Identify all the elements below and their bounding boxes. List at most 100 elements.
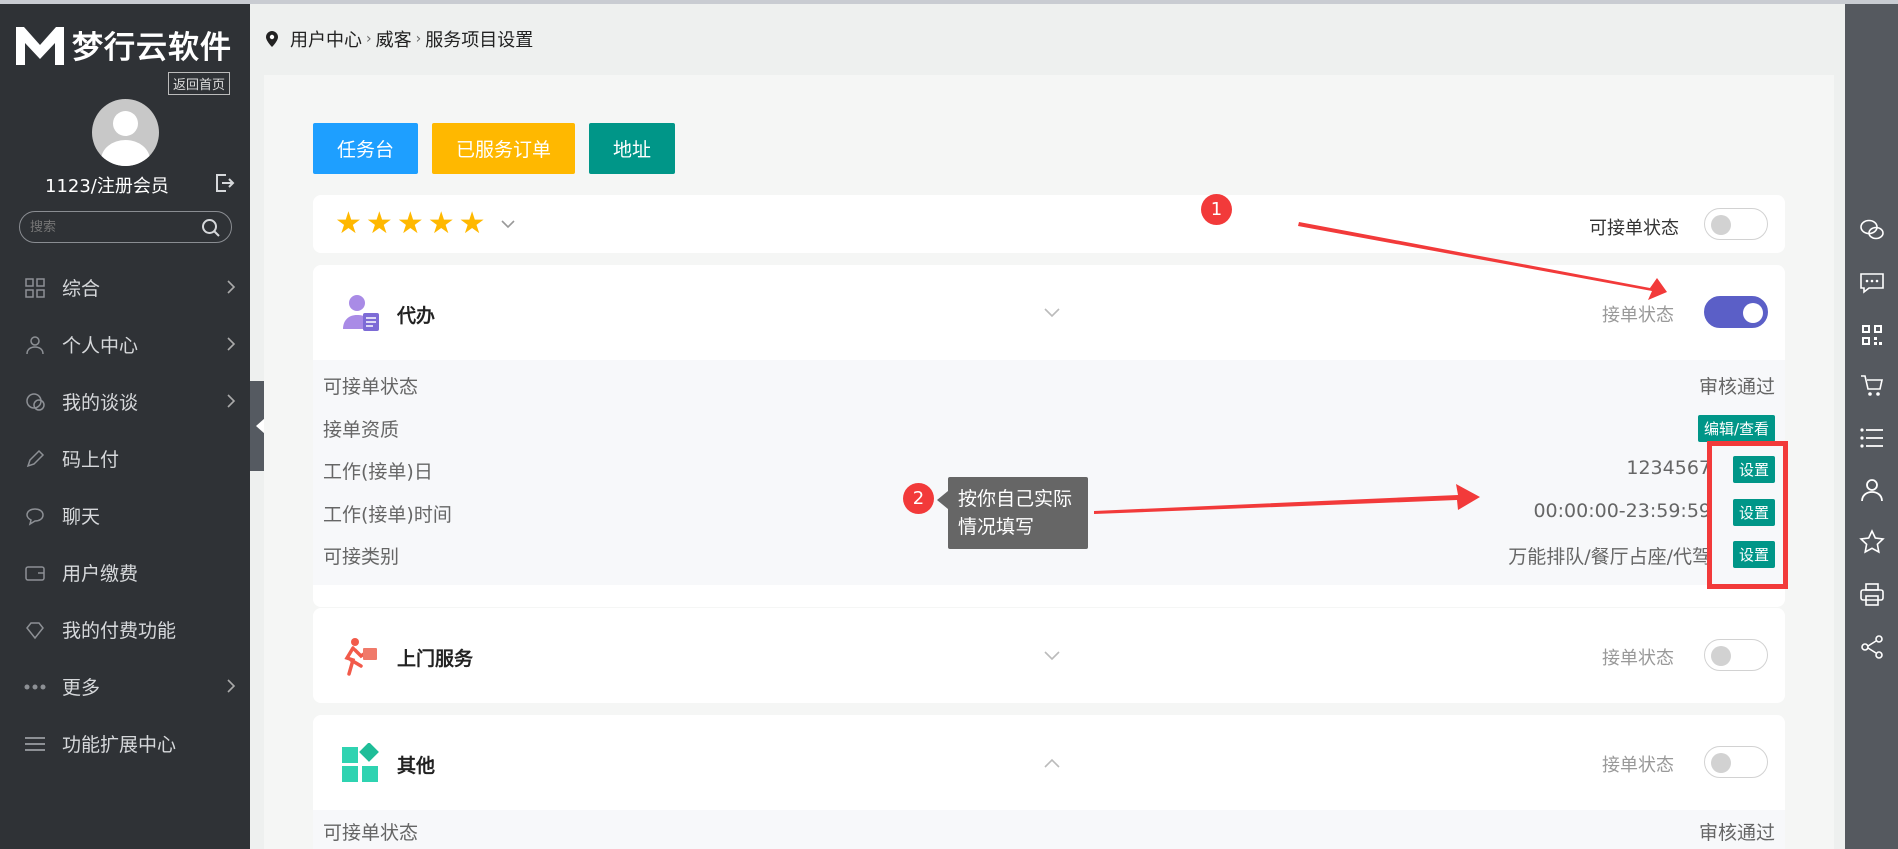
search-icon[interactable] (201, 218, 221, 238)
service-title: 代办 (397, 305, 436, 327)
chevron-right-icon (227, 337, 236, 351)
approval-status-link[interactable]: 审核通过 (1699, 818, 1775, 845)
sidebar-item-label: 聊天 (62, 506, 101, 528)
logo-text: 梦行云软件 (72, 30, 232, 66)
star-icon: ★ (335, 206, 362, 241)
search-input[interactable] (20, 212, 190, 242)
detail-key: 接单资质 (323, 418, 400, 441)
chevron-up-icon[interactable] (1043, 757, 1061, 769)
user-icon[interactable] (1859, 477, 1885, 503)
action-buttons: 任务台 已服务订单 地址 (313, 123, 689, 174)
annotation-badge-2: 2 (903, 483, 934, 514)
blocks-icon (342, 743, 379, 782)
work-time-value: 00:00:00-23:59:59 (1533, 499, 1711, 522)
available-status-label: 可接单状态 (1589, 218, 1679, 239)
sidebar-item-label: 更多 (62, 677, 101, 699)
detail-key: 工作(接单)日 (323, 461, 433, 483)
breadcrumb-item[interactable]: 用户中心 (290, 26, 362, 52)
service-title: 其他 (397, 755, 436, 777)
logo[interactable]: 梦行云软件 (14, 22, 232, 67)
available-status-toggle[interactable] (1704, 208, 1768, 240)
list-icon[interactable] (1859, 425, 1885, 451)
grid-icon (24, 277, 46, 299)
task-desk-button[interactable]: 任务台 (313, 123, 419, 174)
sidebar-item-more[interactable]: 更多 (0, 658, 250, 715)
sidebar-item-label: 用户缴费 (62, 563, 139, 585)
approval-status-link[interactable]: 审核通过 (1699, 372, 1775, 399)
star-icon: ★ (458, 206, 486, 241)
served-orders-button[interactable]: 已服务订单 (432, 123, 576, 174)
right-toolbar (1845, 4, 1898, 849)
wechat-icon[interactable] (1859, 217, 1885, 243)
chevron-down-icon[interactable] (500, 218, 516, 230)
service-card-home-visit[interactable]: 上门服务 接单状态 (313, 608, 1785, 703)
detail-key: 工作(接单)时间 (323, 503, 452, 526)
service-header[interactable]: 其他 接单状态 (313, 715, 1785, 810)
sidebar-item-paid-features[interactable]: 我的付费功能 (0, 601, 250, 658)
service-details: 可接单状态 审核通过 接单资质 编辑/查看 工作(接单)日 1234567 设置… (313, 360, 1785, 585)
window-top-border (0, 0, 1898, 4)
category-value: 万能排队/餐厅占座/代驾 (1508, 546, 1711, 568)
sidebar-item-general[interactable]: 综合 (0, 259, 250, 316)
detail-key: 可接单状态 (323, 822, 419, 844)
sidebar-item-extension-center[interactable]: 功能扩展中心 (0, 715, 250, 772)
logout-icon[interactable] (213, 172, 235, 194)
chat-bubbles-icon (24, 391, 46, 413)
chevron-right-icon (227, 280, 236, 294)
rating-card: ★ ★ ★ ★ ★ 可接单状态 (313, 195, 1785, 253)
workday-value: 1234567 (1626, 457, 1711, 479)
sidebar: 梦行云软件 返回首页 1123/注册会员 综合 个人中心 (0, 4, 250, 849)
star-rating: ★ ★ ★ ★ ★ (335, 209, 516, 239)
sidebar-nav: 综合 个人中心 我的谈谈 码上付 聊天 用户缴费 我的付费功能 更多 功能扩展中… (0, 259, 250, 772)
order-status-toggle[interactable] (1704, 746, 1768, 778)
order-status-toggle[interactable] (1704, 296, 1768, 328)
diamond-icon (24, 619, 46, 641)
annotation-tooltip: 按你自己实际情况填写 (937, 477, 1088, 549)
service-title: 上门服务 (397, 648, 474, 670)
sidebar-item-label: 综合 (62, 278, 101, 300)
sidebar-item-label: 功能扩展中心 (62, 734, 177, 756)
annotation-badge-1: 1 (1201, 194, 1232, 225)
wallet-icon (24, 562, 46, 584)
breadcrumb-separator: › (366, 31, 372, 47)
sidebar-item-personal-center[interactable]: 个人中心 (0, 316, 250, 373)
star-icon[interactable] (1859, 529, 1885, 555)
sidebar-item-code-pay[interactable]: 码上付 (0, 430, 250, 487)
sidebar-item-my-talks[interactable]: 我的谈谈 (0, 373, 250, 430)
order-status-toggle[interactable] (1704, 639, 1768, 671)
detail-row: 可接单状态 审核通过 (313, 810, 1785, 849)
sidebar-item-chat[interactable]: 聊天 (0, 487, 250, 544)
chevron-right-icon (227, 394, 236, 408)
chat-icon (24, 505, 46, 527)
message-icon[interactable] (1859, 270, 1885, 296)
sidebar-item-label: 我的谈谈 (62, 392, 139, 414)
pencil-icon (24, 448, 46, 470)
sidebar-item-label: 我的付费功能 (62, 620, 177, 642)
cart-icon[interactable] (1859, 373, 1885, 399)
running-delivery-icon (344, 638, 377, 676)
chevron-down-icon[interactable] (1043, 650, 1061, 662)
user-icon (24, 334, 46, 356)
home-link[interactable]: 返回首页 (168, 72, 231, 95)
breadcrumb-separator: › (415, 31, 422, 47)
print-icon[interactable] (1859, 582, 1885, 608)
chevron-down-icon[interactable] (1043, 307, 1061, 319)
share-icon[interactable] (1859, 634, 1885, 660)
detail-key: 可接单状态 (323, 376, 419, 398)
more-dots-icon (24, 676, 46, 698)
detail-key: 可接类别 (323, 546, 400, 568)
qrcode-icon[interactable] (1859, 322, 1885, 348)
sidebar-item-user-payment[interactable]: 用户缴费 (0, 544, 250, 601)
edit-view-button[interactable]: 编辑/查看 (1697, 414, 1775, 442)
order-status-label: 接单状态 (1602, 305, 1674, 326)
star-icon: ★ (365, 206, 393, 241)
service-details: 可接单状态 审核通过 (313, 810, 1785, 849)
sidebar-item-label: 码上付 (62, 449, 120, 471)
avatar[interactable] (92, 99, 159, 166)
service-header[interactable]: 代办 接单状态 (313, 265, 1785, 360)
service-card-agency: 代办 接单状态 可接单状态 审核通过 接单资质 编辑/查看 工作(接单)日 12… (313, 265, 1785, 607)
address-button[interactable]: 地址 (589, 123, 676, 174)
annotation-highlight-box (1707, 441, 1788, 589)
breadcrumb-item[interactable]: 威客 (376, 26, 412, 52)
chevron-right-icon (227, 679, 236, 693)
